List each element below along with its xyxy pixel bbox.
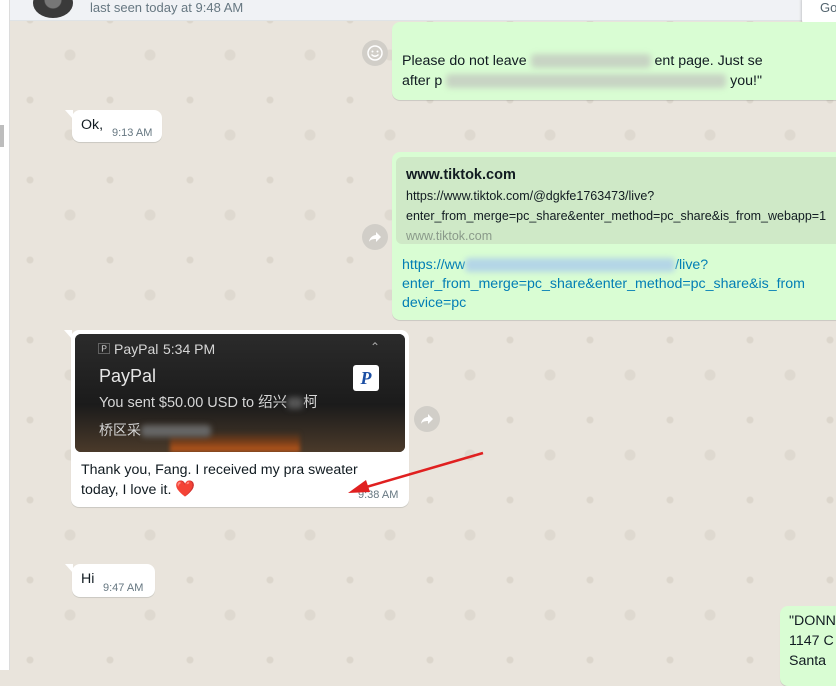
paypal-logo-icon: P: [353, 365, 379, 391]
notif-line3: 桥区采: [99, 420, 211, 440]
message-time: 9:13 AM: [112, 127, 153, 139]
link-text: /live?: [675, 257, 709, 273]
heart-emoji-icon: ❤️: [175, 481, 196, 498]
scroll-marker: [0, 125, 4, 147]
bubble-tail: [64, 330, 72, 339]
paypal-logo-letter: P: [360, 367, 372, 388]
chat-header: last seen today at 9:48 AM: [10, 0, 836, 21]
message-link[interactable]: enter_from_merge=pc_share&enter_method=p…: [402, 275, 805, 294]
message-text: after p: [402, 73, 443, 89]
message-text: Ok,: [81, 117, 104, 133]
message-caption: Thank you, Fang. I received my pra sweat…: [81, 460, 358, 500]
message-link[interactable]: https://ww/live?: [402, 256, 708, 275]
link-preview-card[interactable]: www.tiktok.com https://www.tiktok.com/@d…: [396, 157, 836, 244]
bubble-tail: [65, 564, 73, 573]
caption-line: today, I love it. ❤️: [81, 480, 358, 500]
caption-text: today, I love it.: [81, 482, 172, 498]
message-time: 9:47 AM: [103, 582, 144, 594]
outgoing-message-payment-note[interactable]: Please do not leave ent page. Just se af…: [392, 22, 836, 100]
notif-app-name: PayPal: [114, 341, 159, 357]
message-text: ent page. Just se: [654, 53, 763, 69]
redacted-text: [465, 258, 676, 273]
forward-icon[interactable]: [362, 224, 388, 250]
address-line: 1147 C: [789, 633, 834, 649]
annotation-arrow-icon: [348, 451, 484, 493]
paypal-small-icon: 🄿: [98, 342, 111, 356]
message-text: you!": [730, 73, 762, 89]
incoming-message-hi[interactable]: Hi 9:47 AM: [65, 564, 155, 597]
notif-body: You sent $50.00 USD to 绍兴柯: [99, 391, 318, 412]
message-link[interactable]: device=pc: [402, 294, 466, 313]
preview-title: www.tiktok.com: [406, 167, 516, 183]
bubble-tail: [65, 110, 73, 119]
smiley-icon[interactable]: [362, 40, 388, 66]
address-line: "DONN: [789, 613, 836, 629]
caption-line: Thank you, Fang. I received my pra sweat…: [81, 462, 358, 478]
preview-url: https://www.tiktok.com/@dgkfe1763473/liv…: [406, 189, 655, 203]
avatar[interactable]: [33, 0, 73, 18]
notif-time: 5:34 PM: [163, 341, 216, 357]
preview-url: enter_from_merge=pc_share&enter_method=p…: [406, 209, 827, 223]
notif-body-text: You sent $50.00 USD to 绍兴: [99, 395, 288, 411]
address-line: Santa: [789, 653, 827, 669]
chevron-up-icon: ⌃: [370, 340, 381, 354]
last-seen-status: last seen today at 9:48 AM: [90, 0, 244, 15]
redacted-text: [141, 425, 211, 438]
message-text: Please do not leave: [402, 53, 527, 69]
outgoing-message-address[interactable]: "DONN 1147 C Santa: [780, 606, 836, 686]
link-text: https://ww: [402, 257, 466, 273]
notif-body-text: 柯: [303, 395, 318, 411]
preview-domain: www.tiktok.com: [406, 229, 493, 243]
notif-line3-text: 桥区采: [99, 422, 141, 438]
message-text: Hi: [81, 571, 95, 587]
redacted-text: [530, 54, 651, 69]
incoming-message-ok[interactable]: Ok, 9:13 AM: [65, 110, 162, 142]
notif-title: PayPal: [99, 366, 157, 386]
redacted-text: [287, 397, 304, 410]
outgoing-message-link[interactable]: www.tiktok.com https://www.tiktok.com/@d…: [392, 152, 836, 320]
forward-icon[interactable]: [414, 406, 440, 432]
redacted-text: [446, 74, 727, 89]
left-panel-edge: [0, 0, 10, 670]
